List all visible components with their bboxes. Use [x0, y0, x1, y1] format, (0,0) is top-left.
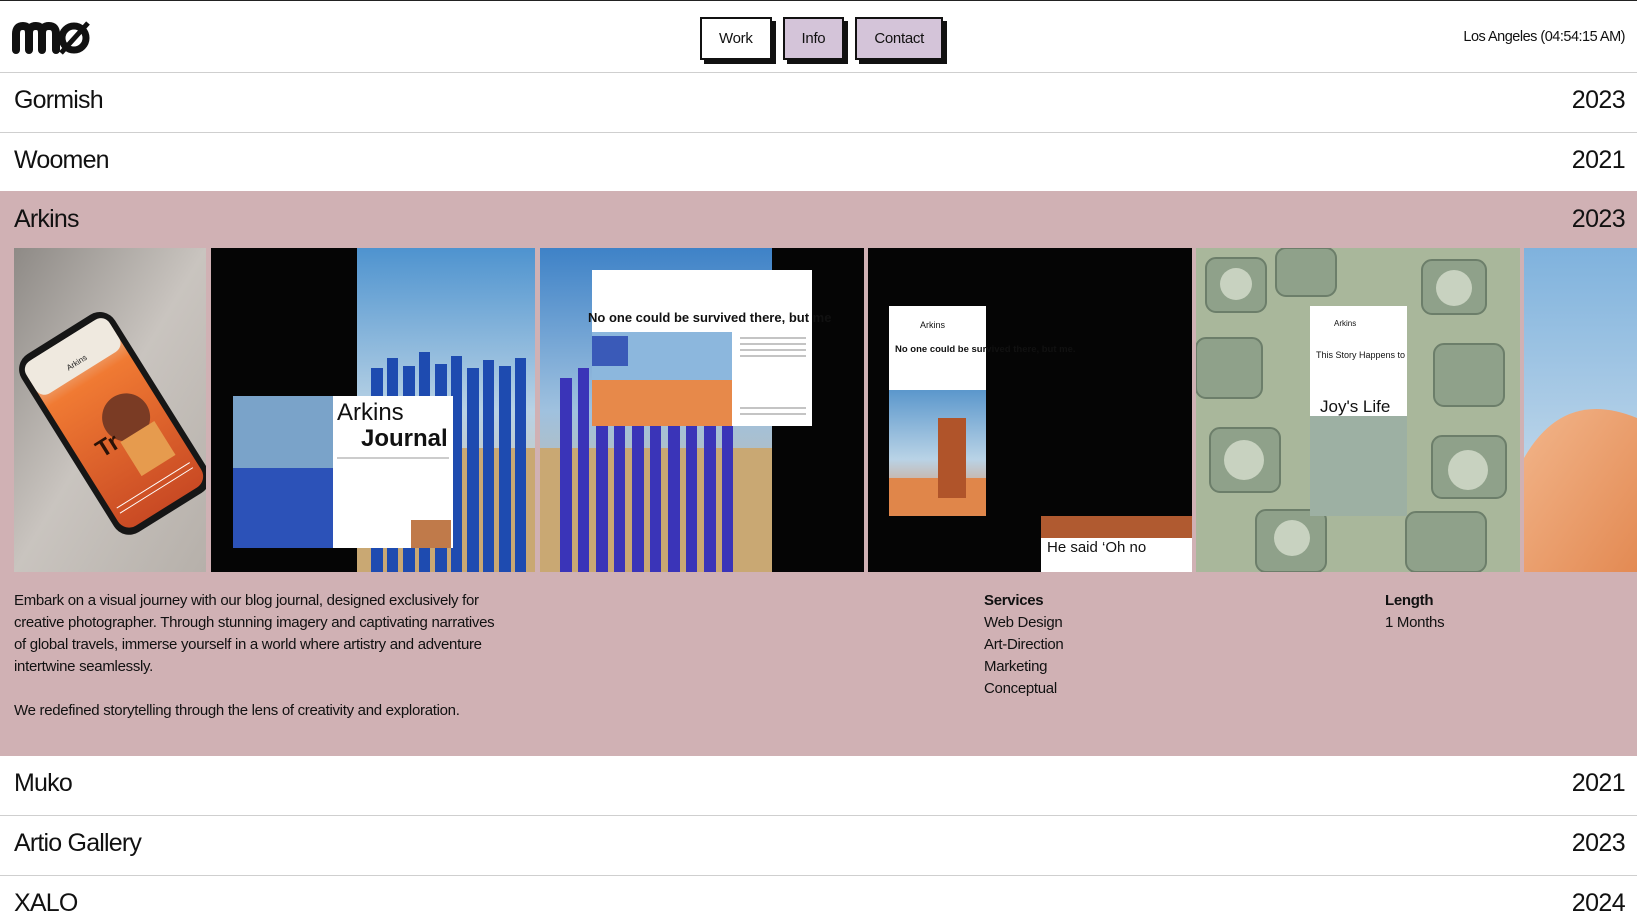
service-item: Marketing [984, 658, 1048, 675]
project-name: Artio Gallery [14, 829, 142, 857]
journal-title-2: Journal [361, 425, 448, 452]
project-year: 2024 [1571, 889, 1626, 911]
service-item: Art-Direction [984, 636, 1064, 653]
project-services: Services Web Design Art-Direction Market… [984, 590, 1064, 700]
project-year: 2023 [1571, 205, 1626, 233]
project-row-woomen[interactable]: Woomen 2021 [0, 133, 1637, 193]
mobile-story-text: He said ‘Oh no [1047, 539, 1146, 556]
project-row-muko[interactable]: Muko 2021 [0, 756, 1637, 816]
project-year: 2023 [1571, 829, 1626, 857]
gallery-image-mobile[interactable]: Arkins No one could be survived there, b… [868, 248, 1192, 572]
nav-info-button[interactable]: Info [782, 17, 845, 60]
journal-title-1: Arkins [337, 399, 404, 426]
project-detail-arkins: Arkins 2023 Arkins Tr Arkins Journal No … [0, 191, 1637, 756]
story-title: This Story Happens to [1316, 350, 1405, 360]
description-paragraph: Embark on a visual journey with our blog… [14, 592, 495, 675]
gallery-image-phone[interactable]: Arkins Tr [14, 248, 206, 572]
project-row-xalo[interactable]: XALO 2024 [0, 876, 1637, 911]
story-big-text: Joy's Life [1320, 397, 1390, 416]
project-year: 2023 [1571, 86, 1626, 114]
project-row-artio-gallery[interactable]: Artio Gallery 2023 [0, 816, 1637, 876]
project-gallery[interactable]: Arkins Tr Arkins Journal No one could be… [14, 248, 1637, 572]
service-item: Web Design [984, 614, 1063, 631]
main-nav: Work Info Contact [700, 17, 943, 60]
desktop-headline: No one could be survived there, but me [588, 310, 831, 325]
gallery-image-desktop[interactable]: No one could be survived there, but me [540, 248, 864, 572]
mobile-headline: No one could be survived there, but me. [895, 344, 1076, 355]
description-paragraph: We redefined storytelling through the le… [14, 702, 460, 719]
project-name: Muko [14, 769, 73, 797]
nav-work-button[interactable]: Work [700, 17, 772, 60]
gallery-image-journal[interactable]: Arkins Journal [211, 248, 535, 572]
location-clock: Los Angeles (04:54:15 AM) [1463, 29, 1625, 45]
project-year: 2021 [1571, 769, 1626, 797]
length-value: 1 Months [1385, 614, 1445, 631]
project-name: XALO [14, 889, 78, 911]
mobile-brand-label: Arkins [920, 320, 946, 330]
project-name: Woomen [14, 146, 110, 174]
nav-contact-button[interactable]: Contact [855, 17, 943, 60]
gallery-image-dune[interactable] [1524, 248, 1637, 572]
story-brand-label: Arkins [1334, 319, 1356, 328]
project-length: Length 1 Months [1385, 590, 1445, 634]
project-year: 2021 [1571, 146, 1626, 174]
service-item: Conceptual [984, 680, 1057, 697]
services-label: Services [984, 592, 1044, 609]
project-name[interactable]: Arkins [14, 205, 79, 234]
length-label: Length [1385, 592, 1434, 609]
top-bar: Work Info Contact Los Angeles (04:54:15 … [0, 0, 1637, 73]
gallery-image-story[interactable]: Arkins This Story Happens to Joy's Life [1196, 248, 1520, 572]
brand-logo[interactable] [12, 20, 92, 58]
project-row-gormish[interactable]: Gormish 2023 [0, 73, 1637, 133]
project-name: Gormish [14, 86, 104, 114]
project-description: Embark on a visual journey with our blog… [14, 590, 504, 722]
